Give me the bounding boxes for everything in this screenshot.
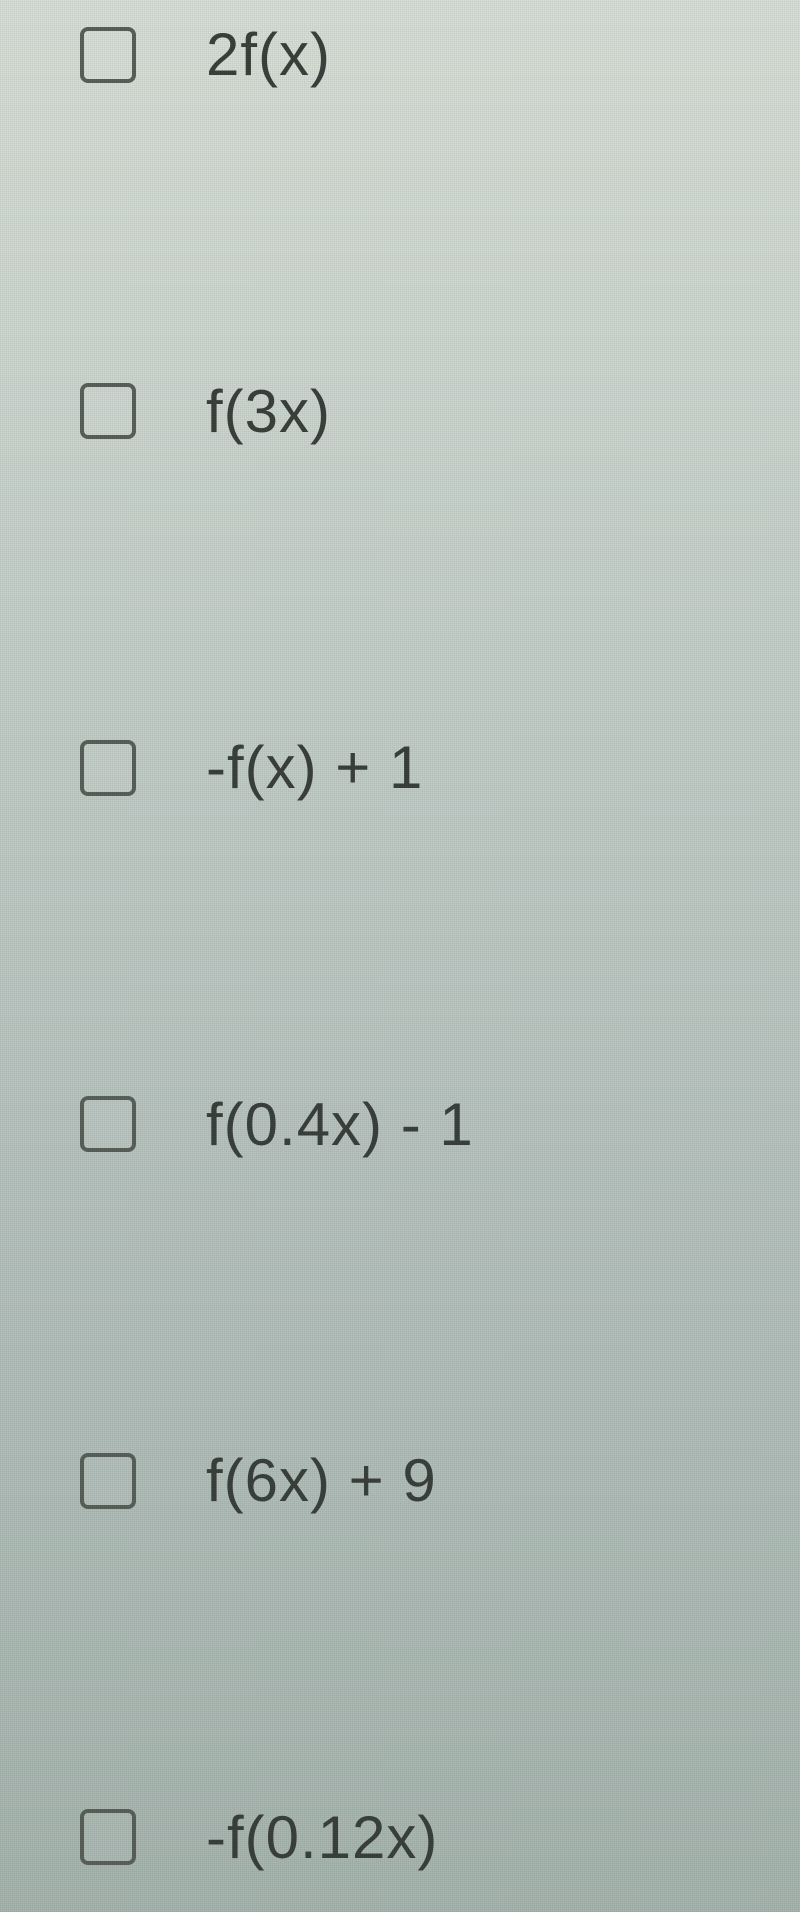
option-label: f(6x) + 9 [206, 1446, 437, 1515]
option-row: -f(x) + 1 [50, 733, 750, 802]
option-label: -f(x) + 1 [206, 733, 423, 802]
checkbox-option-0[interactable] [80, 27, 136, 83]
option-row: f(3x) [50, 377, 750, 446]
option-row: f(0.4x) - 1 [50, 1090, 750, 1159]
options-list: 2f(x) f(3x) -f(x) + 1 f(0.4x) - 1 f(6x) … [50, 10, 750, 1902]
checkbox-option-5[interactable] [80, 1809, 136, 1865]
option-row: f(6x) + 9 [50, 1446, 750, 1515]
option-row: -f(0.12x) [50, 1803, 750, 1872]
option-label: 2f(x) [206, 20, 331, 89]
checkbox-option-1[interactable] [80, 383, 136, 439]
option-label: f(0.4x) - 1 [206, 1090, 474, 1159]
option-label: f(3x) [206, 377, 331, 446]
checkbox-option-2[interactable] [80, 740, 136, 796]
checkbox-option-4[interactable] [80, 1453, 136, 1509]
option-label: -f(0.12x) [206, 1803, 438, 1872]
checkbox-option-3[interactable] [80, 1096, 136, 1152]
option-row: 2f(x) [50, 20, 750, 89]
